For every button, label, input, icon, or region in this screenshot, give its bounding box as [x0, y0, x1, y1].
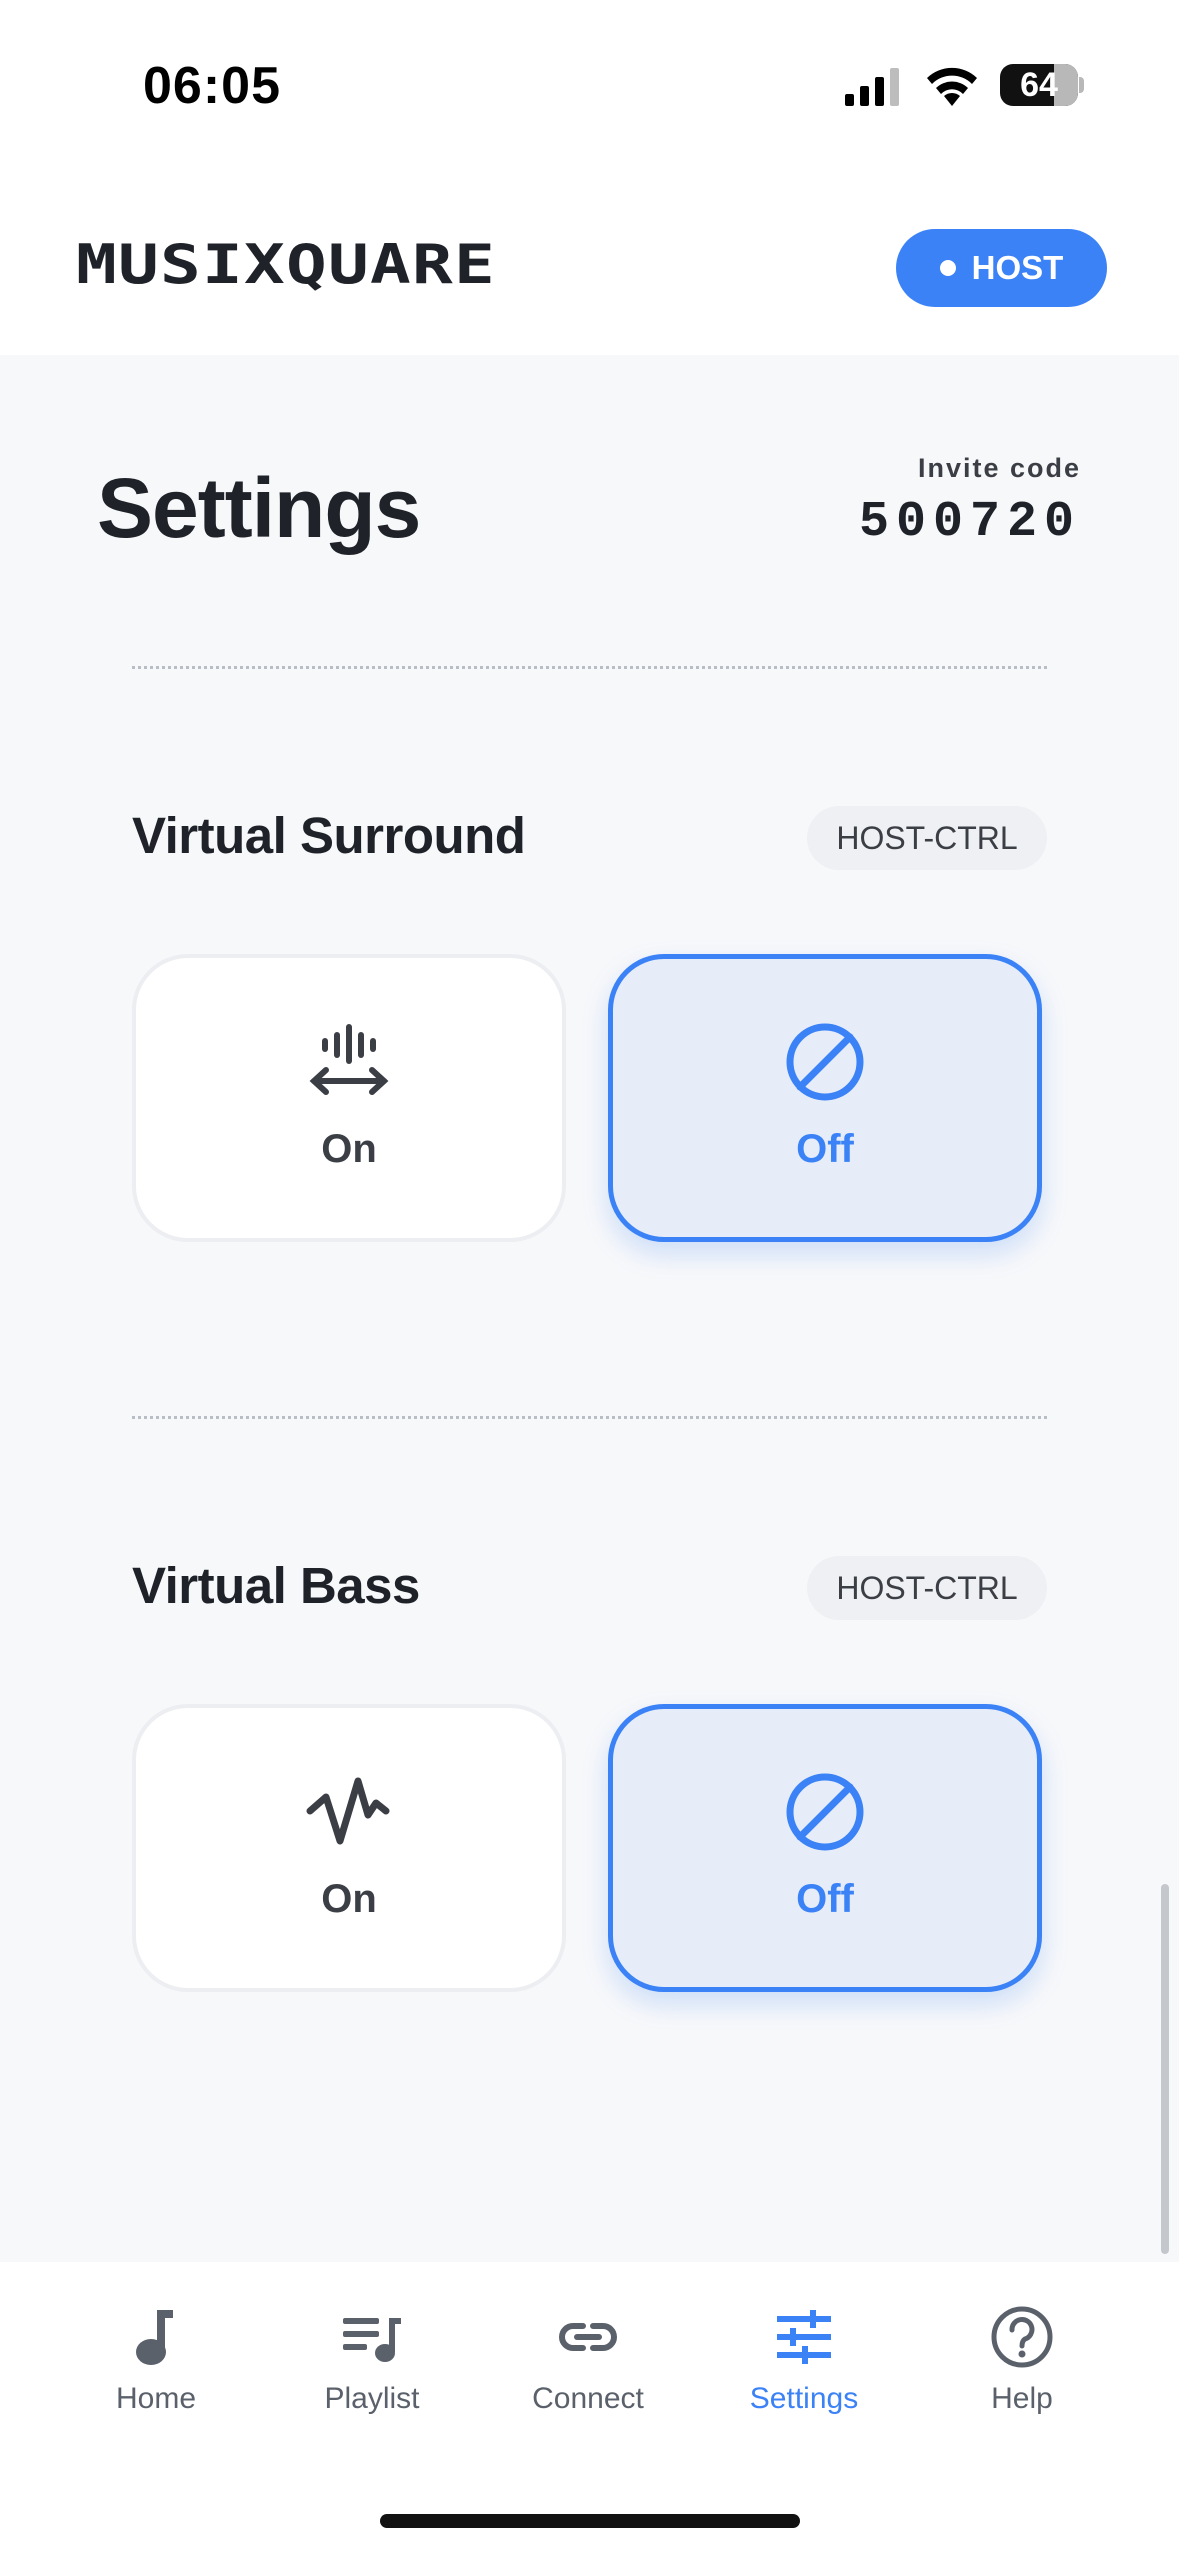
music-note-icon: [136, 2310, 173, 2365]
battery-icon: 64: [1000, 64, 1078, 106]
nav-connect-label: Connect: [532, 2382, 644, 2415]
invite-code-label: Invite code: [917, 453, 1081, 483]
waveform-icon: [306, 1777, 390, 1844]
option-label: Off: [796, 1876, 854, 1921]
disabled-icon: [786, 1773, 864, 1850]
page-title: Settings: [97, 461, 421, 555]
section-divider: [132, 1416, 1047, 1419]
help-icon: [991, 2306, 1053, 2368]
nav-playlist[interactable]: Playlist: [272, 2304, 472, 2416]
nav-playlist-label: Playlist: [324, 2382, 420, 2415]
nav-home[interactable]: Home: [56, 2304, 256, 2416]
option-label: On: [321, 1876, 377, 1921]
surround-icon: [309, 1023, 389, 1095]
section-divider: [132, 666, 1047, 669]
option-label: On: [321, 1126, 377, 1171]
disabled-icon: [786, 1023, 864, 1100]
nav-connect[interactable]: Connect: [488, 2304, 688, 2416]
bottom-nav: Home Playlist Connect Settings Help: [0, 2262, 1179, 2556]
sliders-icon: [777, 2310, 831, 2364]
nav-home-label: Home: [115, 2382, 197, 2415]
scrollbar[interactable]: [1161, 1884, 1169, 2254]
nav-help[interactable]: Help: [922, 2304, 1122, 2416]
playlist-icon: [343, 2318, 401, 2362]
link-icon: [559, 2323, 617, 2351]
host-ctrl-badge: HOST-CTRL: [807, 1556, 1047, 1620]
host-ctrl-badge: HOST-CTRL: [807, 806, 1047, 870]
cellular-signal-icon: [845, 68, 899, 106]
logo-text: MUSIXQUARE: [76, 237, 496, 293]
wifi-icon: [927, 67, 977, 106]
home-indicator[interactable]: [380, 2514, 800, 2528]
virtual-bass-off-button[interactable]: Off: [608, 1704, 1042, 1992]
nav-settings[interactable]: Settings: [704, 2304, 904, 2416]
virtual-surround-off-button[interactable]: Off: [608, 954, 1042, 1242]
battery-cap: [1079, 77, 1084, 93]
musixquare-logo: MUSIXQUARE: [76, 237, 496, 293]
virtual-bass-on-button[interactable]: On: [132, 1704, 566, 1992]
nav-help-label: Help: [991, 2382, 1053, 2415]
host-badge-label: HOST: [971, 249, 1064, 286]
virtual-bass-title: Virtual Bass: [132, 1557, 420, 1614]
invite-code-value: 500720: [858, 494, 1081, 551]
app-header: MUSIXQUARE HOST: [0, 175, 1179, 355]
virtual-surround-on-button[interactable]: On: [132, 954, 566, 1242]
status-bar: 06:05 64: [0, 0, 1179, 175]
virtual-surround-title: Virtual Surround: [132, 807, 526, 864]
status-dot-icon: [939, 260, 956, 276]
option-label: Off: [796, 1126, 854, 1171]
nav-settings-label: Settings: [749, 2382, 859, 2415]
battery-level: 64: [1020, 65, 1058, 104]
host-role-badge[interactable]: HOST: [896, 229, 1107, 307]
status-time: 06:05: [143, 57, 281, 115]
